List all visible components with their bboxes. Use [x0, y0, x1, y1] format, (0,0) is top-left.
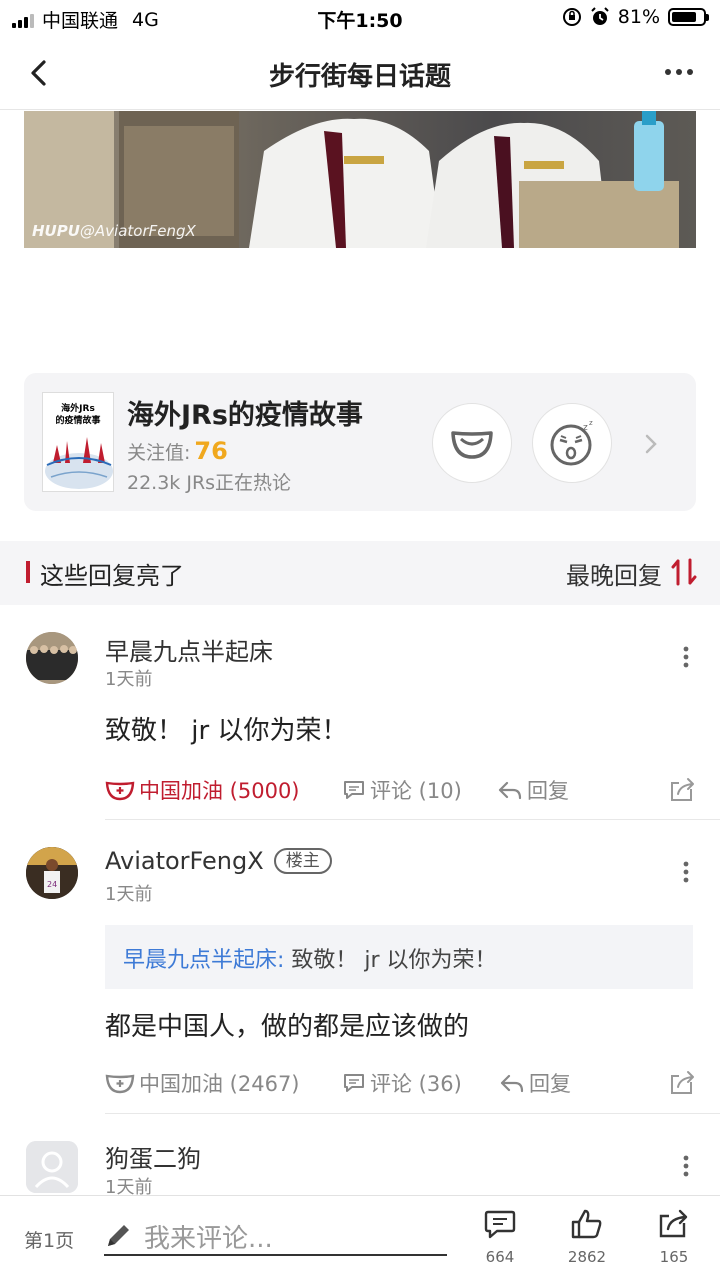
reply-label: 回复 — [527, 779, 569, 803]
likes-count: 2862 — [567, 1248, 607, 1266]
basketball-player-avatar-icon: 24 — [26, 847, 78, 899]
share-icon — [659, 1209, 688, 1238]
comment-time: 1天前 — [105, 669, 153, 690]
avatar[interactable] — [26, 1141, 78, 1193]
watermark-user: @AviatorFengX — [79, 222, 196, 240]
sort-button[interactable]: 最晚回复 — [566, 556, 662, 591]
quoted-username[interactable]: 早晨九点半起床: — [123, 948, 284, 973]
reply-arrow-icon — [498, 781, 522, 800]
follow-label: 关注值: — [127, 442, 191, 464]
like-button[interactable]: 中国加油 (5000) — [105, 775, 300, 805]
username-text: AviatorFengX — [105, 847, 264, 875]
reply-arrow-icon — [500, 1074, 524, 1093]
more-vertical-icon[interactable] — [682, 645, 690, 669]
comment-bubble-icon — [344, 781, 364, 799]
comment-item: 狗蛋二狗 1天前 — [0, 1114, 720, 1195]
photo-watermark: HUPU@AviatorFengX — [32, 222, 196, 240]
comment-count-button[interactable]: 评论 (36) — [342, 1068, 462, 1098]
like-button[interactable]: 中国加油 (2467) — [105, 1068, 300, 1098]
quoted-text: 致敬！ jr 以你为荣！ — [284, 948, 497, 973]
topic-hot-text: 22.3k JRs正在热论 — [127, 472, 292, 494]
topic-title: 海外JRs的疫情故事 — [127, 400, 363, 431]
alarm-icon — [591, 7, 609, 25]
thumbs-up-icon — [571, 1209, 602, 1239]
share-icon[interactable] — [669, 777, 697, 803]
cheer-icon — [105, 781, 135, 801]
comments-stat-button[interactable]: 664 — [470, 1208, 530, 1266]
status-bar: 中国联通 4G 下午1:50 81% — [0, 0, 720, 36]
share-stat-button[interactable]: 165 — [644, 1208, 704, 1266]
comments-count: 664 — [485, 1248, 515, 1266]
reply-button[interactable]: 回复 — [499, 1068, 571, 1098]
svg-text:24: 24 — [47, 880, 57, 889]
pencil-icon — [108, 1225, 129, 1246]
page-indicator[interactable]: 第1页 — [24, 1226, 74, 1253]
reply-label: 回复 — [529, 1072, 571, 1096]
status-right: 81% — [562, 6, 709, 28]
chevron-right-icon[interactable] — [642, 431, 660, 457]
more-vertical-icon[interactable] — [682, 860, 690, 884]
more-vertical-icon[interactable] — [682, 1154, 690, 1178]
page-title: 步行街每日话题 — [268, 62, 451, 92]
like-label: 中国加油 (5000) — [139, 779, 300, 803]
default-user-avatar-icon — [26, 1141, 78, 1193]
cheer-icon — [105, 1074, 135, 1094]
post-photo[interactable]: HUPU@AviatorFengX — [24, 111, 696, 248]
comment-username[interactable]: 狗蛋二狗 — [105, 1139, 201, 1174]
avatar[interactable]: 24 — [26, 847, 78, 899]
comment-actions: 中国加油 (2467) 评论 (36) 回复 — [105, 1068, 697, 1102]
comment-count-label: 评论 (10) — [370, 779, 462, 803]
comment-body: 都是中国人，做的都是应该做的 — [105, 1012, 470, 1042]
watermark-brand: HUPU — [32, 222, 80, 240]
topic-follow-stat: 关注值: 76 — [127, 437, 228, 465]
smile-mouth-icon — [451, 431, 493, 459]
topic-cover-image: 海外JRs 的疫情故事 — [42, 392, 114, 492]
orientation-lock-icon — [562, 8, 581, 26]
battery-icon — [668, 8, 709, 26]
like-stat-button[interactable]: 2862 — [557, 1208, 617, 1266]
comment-count-button[interactable]: 评论 (10) — [342, 775, 462, 805]
globe-icon — [45, 437, 113, 489]
quoted-reply[interactable]: 早晨九点半起床: 致敬！ jr 以你为荣！ — [105, 925, 693, 989]
section-title: 这些回复亮了 — [40, 562, 184, 590]
comment-bubble-icon — [344, 1074, 364, 1092]
more-horizontal-icon[interactable] — [664, 62, 694, 82]
reply-button[interactable]: 回复 — [497, 775, 569, 805]
group-photo-avatar-icon — [26, 632, 78, 684]
topic-card[interactable]: 海外JRs 的疫情故事 海外JRs的疫情故事 关注值: 76 22.3k JRs正在… — [24, 373, 696, 511]
comment-body: 致敬！ jr 以你为荣！ — [105, 716, 348, 746]
svg-text:z: z — [589, 419, 593, 427]
comment-username[interactable]: 早晨九点半起床 — [105, 632, 273, 667]
comment-placeholder: 我来评论... — [144, 1224, 273, 1254]
comment-bubble-icon — [484, 1210, 516, 1239]
bottom-bar: 第1页 我来评论... 664 2862 165 — [0, 1195, 720, 1280]
avatar[interactable] — [26, 632, 78, 684]
comment-item: 早晨九点半起床 1天前 致敬！ jr 以你为荣！ 中国加油 (5000) 评论 … — [0, 605, 720, 820]
shares-count: 165 — [659, 1248, 689, 1266]
svg-text:z: z — [583, 423, 588, 433]
comment-item: 24 AviatorFengX 楼主 1天前 早晨九点半起床: 致敬！ jr 以你… — [0, 820, 720, 1114]
smile-emoji-button[interactable] — [432, 403, 512, 483]
sleepy-emoji-button[interactable]: zz — [532, 403, 612, 483]
comment-count-label: 评论 (36) — [370, 1072, 462, 1096]
section-accent-bar — [26, 561, 30, 583]
comment-time: 1天前 — [105, 884, 153, 905]
like-label: 中国加油 (2467) — [139, 1072, 300, 1096]
comment-time: 1天前 — [105, 1177, 153, 1195]
comment-username[interactable]: AviatorFengX 楼主 — [105, 847, 332, 875]
comment-actions: 中国加油 (5000) 评论 (10) 回复 — [105, 775, 697, 809]
share-icon[interactable] — [669, 1070, 697, 1096]
op-badge: 楼主 — [273, 848, 332, 874]
nav-bar: 步行街每日话题 — [0, 36, 720, 110]
battery-percent: 81% — [617, 6, 660, 28]
sort-icon[interactable] — [670, 557, 698, 587]
follow-value: 76 — [194, 437, 228, 465]
battery-fill — [672, 12, 697, 22]
comment-input[interactable]: 我来评论... — [104, 1216, 447, 1256]
sleepy-face-icon: zz — [550, 419, 593, 466]
quoted-content: 早晨九点半起床: 致敬！ jr 以你为荣！ — [123, 942, 497, 974]
replies-section-header: 这些回复亮了 最晚回复 — [0, 541, 720, 605]
